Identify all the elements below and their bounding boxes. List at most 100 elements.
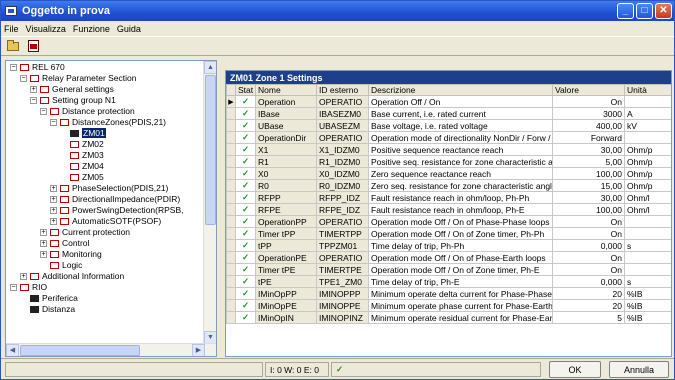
table-row[interactable]: ✓ OperationDir OPERATIO Operation mode of d… xyxy=(226,131,671,144)
header-unita[interactable]: Unità xyxy=(624,84,671,96)
collapse-icon[interactable]: − xyxy=(50,118,57,126)
tree-node[interactable]: − Relay Parameter Section xyxy=(20,73,137,83)
tree-node[interactable]: − RIO xyxy=(10,282,47,292)
table-row[interactable]: ✓ OperationPE OPERATIO Operation mode Off /… xyxy=(226,251,671,264)
header-id-esterno[interactable]: ID esterno xyxy=(316,84,369,96)
tree-node[interactable]: + PhaseSelection(PDIS,21) xyxy=(50,183,168,193)
tree-node[interactable]: ZM03 xyxy=(60,150,104,160)
table-row[interactable]: ✓ tPP TPPZM01 Time delay of trip, Ph-Ph 0,00… xyxy=(226,239,671,252)
expand-icon[interactable]: + xyxy=(50,217,57,225)
collapse-icon[interactable]: − xyxy=(10,283,17,291)
cell-valore[interactable]: 100,00 xyxy=(552,167,625,180)
cell-valore[interactable]: 400,00 xyxy=(552,119,625,132)
cell-valore[interactable]: 30,00 xyxy=(552,143,625,156)
table-row[interactable]: ✓ R1 R1_IDZM0 Positive seq. resistance for … xyxy=(226,155,671,168)
tree-horizontal-scrollbar[interactable]: ◀ ▶ xyxy=(6,343,216,356)
tree-node[interactable]: ZM02 xyxy=(60,139,104,149)
document-button[interactable] xyxy=(25,38,41,54)
tree-vertical-scrollbar[interactable]: ▲ ▼ xyxy=(203,61,216,344)
cell-valore[interactable]: 0,000 xyxy=(552,275,625,288)
header-stat[interactable]: Stat xyxy=(235,84,256,96)
table-row[interactable]: ✓ RFPP RFPP_IDZ Fault resistance reach in o… xyxy=(226,191,671,204)
cell-valore[interactable]: 5,00 xyxy=(552,155,625,168)
table-row[interactable]: ✓ Timer tPP TIMERTPP Operation mode Off / O… xyxy=(226,227,671,240)
tree-node[interactable]: + Additional Information xyxy=(20,271,124,281)
tree-node[interactable]: Logic xyxy=(40,260,82,270)
tree-node[interactable]: ZM01 xyxy=(60,128,106,138)
expand-icon[interactable]: + xyxy=(40,239,47,247)
cell-valore[interactable]: On xyxy=(552,251,625,264)
table-row[interactable]: ✓ Timer tPE TIMERTPE Operation mode Off / O… xyxy=(226,263,671,276)
table-row[interactable]: ✓ OperationPP OPERATIO Operation mode Off /… xyxy=(226,215,671,228)
tree-node[interactable]: + Current protection xyxy=(40,227,130,237)
tree-node[interactable]: + AutomaticSOTF(PSOF) xyxy=(50,216,161,226)
open-folder-button[interactable] xyxy=(5,38,21,54)
cell-valore[interactable]: 0,000 xyxy=(552,239,625,252)
scroll-left-arrow-icon[interactable]: ◀ xyxy=(6,344,19,356)
menu-file[interactable]: File xyxy=(4,24,19,34)
cell-valore[interactable]: 100,00 xyxy=(552,203,625,216)
table-row[interactable]: ✓ X1 X1_IDZM0 Positive sequence reactance r… xyxy=(226,143,671,156)
tree-node[interactable]: − REL 670 xyxy=(10,62,65,72)
cell-valore[interactable]: On xyxy=(552,263,625,276)
scroll-right-arrow-icon[interactable]: ▶ xyxy=(192,344,205,356)
table-row[interactable]: ✓ UBase UBASEZM Base voltage, i.e. rated vo… xyxy=(226,119,671,132)
table-row[interactable]: ✓ RFPE RFPE_IDZ Fault resistance reach in o… xyxy=(226,203,671,216)
cell-valore[interactable]: 20 xyxy=(552,287,625,300)
table-row[interactable]: ✓ X0 X0_IDZM0 Zero sequence reactance reach… xyxy=(226,167,671,180)
tree-node[interactable]: ZM05 xyxy=(60,172,104,182)
cell-valore[interactable]: Forward xyxy=(552,131,625,144)
table-row[interactable]: ✓ IBase IBASEZM0 Base current, i.e. rated c… xyxy=(226,107,671,120)
tree-node[interactable]: + General settings xyxy=(30,84,114,94)
tree-node[interactable]: + Monitoring xyxy=(40,249,102,259)
cell-valore[interactable]: 15,00 xyxy=(552,179,625,192)
scroll-up-arrow-icon[interactable]: ▲ xyxy=(204,61,216,74)
cell-valore[interactable]: On xyxy=(552,95,625,108)
expand-icon[interactable]: + xyxy=(20,272,27,280)
cell-valore[interactable]: On xyxy=(552,215,625,228)
menu-visualizza[interactable]: Visualizza xyxy=(26,24,66,34)
tree-node[interactable]: Periferica xyxy=(20,293,78,303)
menu-funzione[interactable]: Funzione xyxy=(73,24,110,34)
table-row[interactable]: ✓ IMinOpPE IMINOPPE Minimum operate phase c… xyxy=(226,299,671,312)
collapse-icon[interactable]: − xyxy=(30,96,37,104)
tree-node[interactable]: + DirectionalImpedance(PDIR) xyxy=(50,194,180,204)
collapse-icon[interactable]: − xyxy=(10,63,17,71)
cell-valore[interactable]: 30,00 xyxy=(552,191,625,204)
table-row[interactable]: ✓ R0 R0_IDZM0 Zero seq. resistance for zone… xyxy=(226,179,671,192)
tree-node[interactable]: − Setting group N1 xyxy=(30,95,116,105)
table-row[interactable]: ▶ ✓ Operation OPERATIO Operation Off / On On xyxy=(226,95,671,108)
tree-node[interactable]: Distanza xyxy=(20,304,75,314)
minimize-button[interactable]: _ xyxy=(617,3,634,19)
expand-icon[interactable]: + xyxy=(30,85,37,93)
expand-icon[interactable]: + xyxy=(40,250,47,258)
maximize-button[interactable]: □ xyxy=(636,3,653,19)
menu-guida[interactable]: Guida xyxy=(117,24,141,34)
tree-node[interactable]: ZM04 xyxy=(60,161,104,171)
table-row[interactable]: ✓ IMinOpPP IMINOPPP Minimum operate delta c… xyxy=(226,287,671,300)
table-row[interactable]: ✓ IMinOpIN IMINOPINZ Minimum operate residu… xyxy=(226,311,671,324)
tree-node[interactable]: − Distance protection xyxy=(40,106,135,116)
collapse-icon[interactable]: − xyxy=(40,107,47,115)
tree-node[interactable]: + PowerSwingDetection(RPSB, xyxy=(50,205,184,215)
expand-icon[interactable]: + xyxy=(50,195,57,203)
expand-icon[interactable]: + xyxy=(40,228,47,236)
cell-valore[interactable]: On xyxy=(552,227,625,240)
collapse-icon[interactable]: − xyxy=(20,74,27,82)
header-valore[interactable]: Valore xyxy=(552,84,625,96)
hscroll-thumb[interactable] xyxy=(20,345,140,356)
table-row[interactable]: ✓ tPE TPE1_ZM0 Time delay of trip, Ph-E 0,00… xyxy=(226,275,671,288)
tree-node[interactable]: + Control xyxy=(40,238,89,248)
cell-valore[interactable]: 3000 xyxy=(552,107,625,120)
tree-node[interactable]: − DistanceZones(PDIS,21) xyxy=(50,117,166,127)
cell-valore[interactable]: 20 xyxy=(552,299,625,312)
ok-button[interactable]: OK xyxy=(549,361,601,378)
cell-valore[interactable]: 5 xyxy=(552,311,625,324)
header-nome[interactable]: Nome xyxy=(255,84,317,96)
cancel-button[interactable]: Annulla xyxy=(609,361,669,378)
header-descrizione[interactable]: Descrizione xyxy=(368,84,553,96)
expand-icon[interactable]: + xyxy=(50,206,57,214)
scroll-thumb[interactable] xyxy=(205,75,216,225)
expand-icon[interactable]: + xyxy=(50,184,57,192)
close-button[interactable]: ✕ xyxy=(655,3,672,19)
